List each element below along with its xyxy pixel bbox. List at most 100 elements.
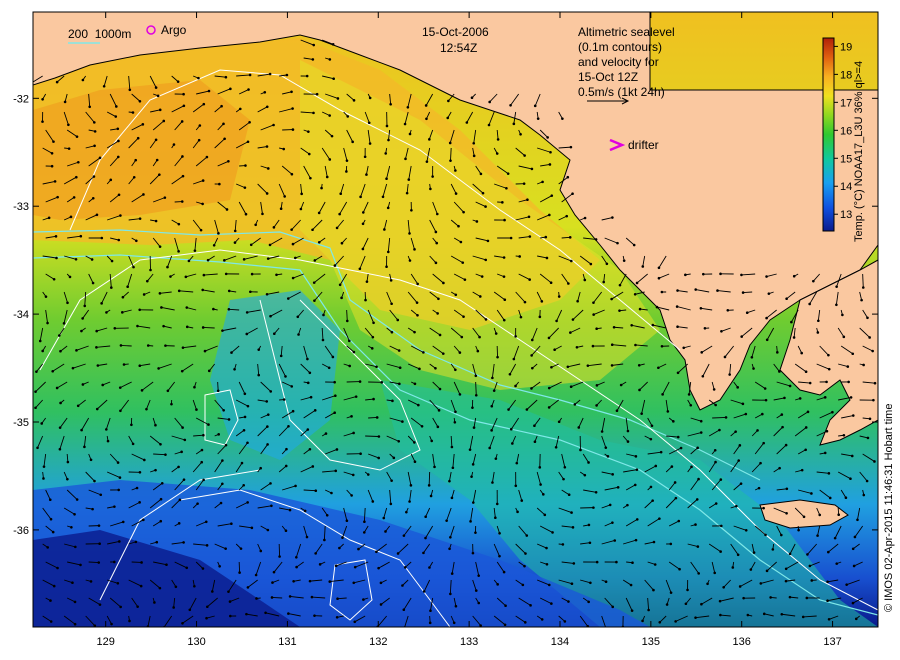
- velocity-arrow-head: [454, 169, 457, 172]
- velocity-arrow-head: [633, 292, 637, 296]
- velocity-arrow-head: [434, 261, 438, 265]
- velocity-arrow-head: [325, 513, 329, 517]
- velocity-arrow-head: [699, 419, 703, 423]
- velocity-arrow-head: [306, 428, 310, 431]
- velocity-arrow-head: [132, 265, 135, 269]
- velocity-arrow-head: [726, 308, 730, 312]
- velocity-arrow-head: [801, 615, 805, 619]
- velocity-arrow-head: [93, 144, 96, 148]
- velocity-arrow-head: [765, 338, 769, 342]
- velocity-arrow-head: [66, 460, 70, 464]
- velocity-arrow-head: [227, 289, 231, 293]
- velocity-arrow-head: [523, 154, 526, 157]
- velocity-arrow-head: [353, 565, 357, 569]
- velocity-arrow-head: [469, 520, 472, 523]
- velocity-arrow-head: [471, 551, 475, 555]
- velocity-arrow-head: [436, 312, 439, 315]
- velocity-arrow-head: [72, 196, 76, 199]
- velocity-arrow-head: [177, 465, 180, 469]
- velocity-arrow-head: [159, 519, 163, 523]
- velocity-arrow-head: [364, 298, 367, 302]
- velocity-arrow-head: [865, 479, 869, 483]
- velocity-arrow-head: [310, 595, 314, 599]
- velocity-arrow-head: [437, 409, 441, 412]
- velocity-arrow-head: [313, 614, 316, 617]
- velocity-arrow-head: [477, 601, 481, 605]
- velocity-arrow-head: [358, 267, 362, 271]
- x-tick-label: 129: [97, 636, 115, 648]
- velocity-arrow-head: [266, 167, 270, 170]
- velocity-arrow-head: [409, 484, 413, 487]
- velocity-arrow-head: [505, 186, 508, 190]
- velocity-arrow-head: [119, 344, 123, 347]
- velocity-arrow-head: [116, 127, 120, 131]
- velocity-arrow-head: [487, 123, 491, 127]
- velocity-arrow-head: [675, 305, 679, 308]
- velocity-arrow-head: [541, 180, 544, 184]
- velocity-arrow-head: [291, 242, 295, 246]
- velocity-arrow-head: [79, 234, 83, 238]
- velocity-arrow-head: [454, 410, 457, 414]
- velocity-arrow-head: [518, 255, 521, 258]
- map-date: 15-Oct-2006: [422, 25, 489, 39]
- velocity-arrow-head: [335, 226, 339, 230]
- velocity-arrow-head: [804, 426, 808, 429]
- velocity-arrow-head: [802, 515, 806, 519]
- velocity-arrow-head: [462, 315, 465, 318]
- velocity-arrow-head: [626, 440, 630, 443]
- velocity-arrow-head: [413, 330, 416, 334]
- velocity-arrow-head: [853, 535, 857, 539]
- velocity-arrow-head: [353, 620, 357, 624]
- velocity-arrow-head: [630, 609, 634, 612]
- velocity-arrow-head: [139, 584, 143, 588]
- velocity-arrow-head: [503, 623, 507, 627]
- velocity-arrow-head: [401, 584, 404, 587]
- velocity-arrow: [203, 326, 215, 329]
- velocity-arrow-head: [345, 159, 349, 162]
- colorbar-tick-label: 13: [840, 209, 852, 221]
- velocity-arrow-head: [415, 301, 419, 304]
- velocity-arrow-head: [41, 97, 44, 101]
- velocity-arrow-head: [238, 571, 241, 574]
- velocity-arrow-head: [548, 163, 552, 166]
- velocity-arrow-head: [389, 502, 393, 506]
- velocity-arrow-head: [248, 121, 251, 124]
- velocity-arrow-head: [463, 278, 467, 281]
- velocity-arrow-head: [475, 220, 479, 223]
- velocity-arrow-head: [58, 447, 62, 451]
- velocity-arrow-head: [97, 524, 101, 527]
- velocity-arrow-head: [268, 72, 272, 76]
- velocity-arrow-head: [703, 326, 707, 330]
- colorbar-tick-label: 16: [840, 125, 852, 137]
- velocity-arrow-head: [35, 370, 38, 373]
- velocity-arrow-head: [57, 334, 61, 337]
- velocity-arrow-head: [250, 526, 254, 530]
- velocity-arrow-head: [229, 87, 232, 91]
- velocity-arrow-head: [586, 364, 590, 367]
- velocity-arrow-head: [547, 406, 551, 409]
- velocity-arrow-head: [354, 395, 358, 398]
- velocity-arrow-head: [610, 364, 614, 367]
- velocity-arrow-head: [461, 261, 465, 264]
- velocity-arrow-head: [800, 351, 803, 355]
- velocity-arrow-head: [228, 600, 232, 603]
- velocity-arrow-head: [74, 545, 77, 549]
- velocity-arrow-head: [184, 275, 188, 279]
- velocity-arrow-head: [504, 604, 507, 608]
- velocity-arrow-head: [391, 399, 394, 403]
- velocity-arrow-head: [519, 132, 522, 136]
- velocity-arrow-head: [331, 355, 335, 359]
- y-tick-label: -36: [13, 525, 29, 537]
- velocity-arrow-head: [55, 256, 58, 260]
- velocity-arrow-head: [669, 542, 673, 546]
- velocity-arrow-head: [138, 217, 142, 220]
- velocity-arrow-head: [291, 409, 295, 413]
- velocity-arrow-head: [361, 211, 365, 214]
- velocity-arrow-head: [361, 222, 365, 226]
- svg-text:Altimetric sealevel: Altimetric sealevel: [578, 25, 675, 39]
- velocity-arrow-head: [529, 604, 532, 607]
- velocity-arrow-head: [126, 285, 129, 289]
- velocity-arrow-head: [47, 216, 51, 220]
- velocity-arrow-head: [96, 364, 100, 367]
- velocity-arrow-head: [311, 58, 315, 61]
